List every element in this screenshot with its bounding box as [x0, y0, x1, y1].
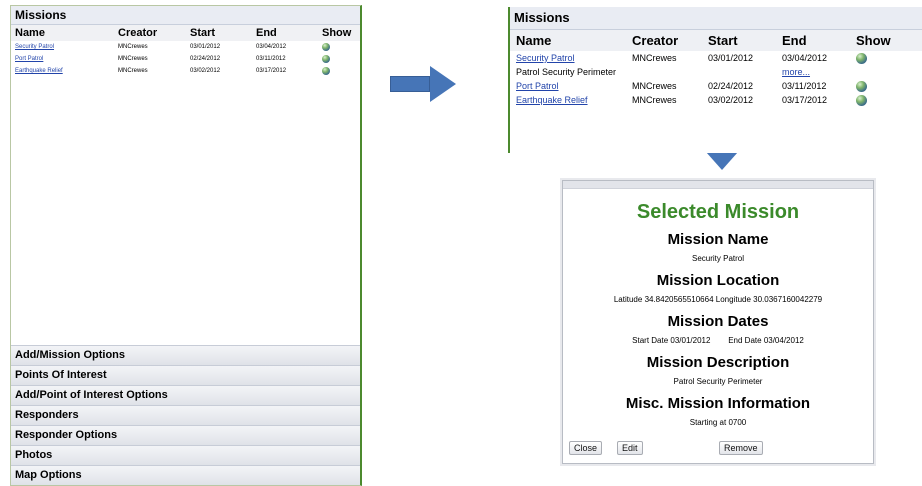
table-row: Security Patrol MNCrewes 03/01/2012 03/0… — [11, 41, 360, 53]
globe-icon[interactable] — [856, 52, 867, 64]
table-header-row: Name Creator Start End Show — [510, 30, 922, 51]
start-cell: 03/02/2012 — [190, 68, 221, 74]
column-header-end[interactable]: End — [776, 30, 850, 51]
table-header-row: Name Creator Start End Show — [11, 25, 360, 41]
creator-cell: MNCrewes — [632, 53, 677, 63]
longitude-label: Longitude — [715, 295, 751, 304]
table-row: Security Patrol MNCrewes 03/01/2012 03/0… — [510, 51, 922, 65]
end-cell: 03/04/2012 — [782, 53, 828, 63]
start-cell: 02/24/2012 — [190, 56, 221, 62]
latitude-label: Latitude — [613, 295, 643, 304]
creator-cell: MNCrewes — [632, 95, 677, 105]
globe-icon[interactable] — [856, 80, 867, 92]
mission-link[interactable]: Earthquake Relief — [516, 95, 588, 105]
mission-description-heading: Mission Description — [646, 354, 790, 371]
mission-description-value: Patrol Security Perimeter — [673, 377, 763, 386]
column-header-name[interactable]: Name — [11, 25, 114, 41]
mission-location-heading: Mission Location — [656, 272, 780, 289]
end-cell: 03/11/2012 — [782, 81, 827, 91]
mission-link[interactable]: Port Patrol — [15, 56, 43, 62]
mission-link[interactable]: Port Patrol — [516, 81, 559, 91]
creator-cell: MNCrewes — [118, 68, 148, 74]
creator-cell: MNCrewes — [118, 44, 148, 50]
table-row: Earthquake Relief MNCrewes 03/02/2012 03… — [11, 65, 360, 77]
accordion-responder-options[interactable]: Responder Options — [11, 425, 360, 445]
mission-link[interactable]: Security Patrol — [15, 44, 54, 50]
misc-info-heading: Misc. Mission Information — [625, 395, 811, 412]
mission-dates-value: Start Date 03/01/2012 End Date 03/04/201… — [563, 335, 873, 347]
edit-button[interactable]: Edit — [617, 441, 643, 455]
end-cell: 03/17/2012 — [782, 95, 828, 105]
end-cell: 03/11/2012 — [256, 56, 286, 62]
end-date-label: End Date — [728, 336, 762, 345]
latitude-value: 34.8420565510664 — [644, 295, 714, 304]
column-header-show[interactable]: Show — [318, 25, 360, 41]
globe-icon[interactable] — [856, 94, 867, 106]
globe-icon[interactable] — [322, 55, 330, 63]
end-cell: 03/04/2012 — [256, 44, 287, 50]
mission-name-heading: Mission Name — [667, 231, 769, 248]
start-date-label: Start Date — [632, 336, 669, 345]
table-row: Port Patrol MNCrewes 02/24/2012 03/11/20… — [510, 79, 922, 93]
mission-link[interactable]: Earthquake Relief — [15, 68, 63, 74]
panel-title: Missions — [510, 7, 922, 30]
creator-cell: MNCrewes — [632, 81, 677, 91]
column-header-name[interactable]: Name — [510, 30, 626, 51]
column-header-creator[interactable]: Creator — [114, 25, 186, 41]
start-date-value: 03/01/2012 — [670, 336, 711, 345]
dialog-titlebar[interactable] — [563, 181, 873, 189]
panel-title: Missions — [11, 6, 360, 25]
column-header-start[interactable]: Start — [702, 30, 776, 51]
table-row: Port Patrol MNCrewes 02/24/2012 03/11/20… — [11, 53, 360, 65]
end-date-value: 03/04/2012 — [763, 336, 804, 345]
mission-description-preview: Patrol Security Perimeter — [516, 67, 617, 77]
dialog-title: Selected Mission — [636, 201, 800, 223]
mission-detail-row: Patrol Security Perimeter more... — [510, 65, 922, 79]
misc-info-value: Starting at 0700 — [689, 418, 747, 427]
table-row: Earthquake Relief MNCrewes 03/02/2012 03… — [510, 93, 922, 107]
mission-dates-heading: Mission Dates — [667, 313, 769, 330]
mission-location-value: Latitude 34.8420565510664 Longitude 30.0… — [563, 294, 873, 306]
start-cell: 03/01/2012 — [190, 44, 221, 50]
accordion-add-mission-options[interactable]: Add/Mission Options — [11, 345, 360, 365]
close-button[interactable]: Close — [569, 441, 603, 455]
accordion-add-poi-options[interactable]: Add/Point of Interest Options — [11, 385, 360, 405]
missions-table: Name Creator Start End Show Security Pat… — [11, 25, 360, 77]
globe-icon[interactable] — [322, 43, 330, 51]
accordion-responders[interactable]: Responders — [11, 405, 360, 425]
mission-link[interactable]: Security Patrol — [516, 53, 575, 63]
start-cell: 03/02/2012 — [708, 95, 754, 105]
accordion-points-of-interest[interactable]: Points Of Interest — [11, 365, 360, 385]
missions-panel-right: Missions Name Creator Start End Show Sec… — [508, 7, 922, 153]
end-cell: 03/17/2012 — [256, 68, 287, 74]
start-cell: 03/01/2012 — [708, 53, 754, 63]
column-header-creator[interactable]: Creator — [626, 30, 702, 51]
missions-table: Name Creator Start End Show Security Pat… — [510, 30, 922, 107]
accordion-map-options[interactable]: Map Options — [11, 465, 360, 485]
remove-button[interactable]: Remove — [719, 441, 763, 455]
column-header-show[interactable]: Show — [850, 30, 922, 51]
column-header-start[interactable]: Start — [186, 25, 252, 41]
options-accordion: Add/Mission Options Points Of Interest A… — [11, 345, 360, 485]
missions-panel-left: Missions Name Creator Start End Show Sec… — [10, 5, 362, 486]
arrow-right-icon — [390, 66, 456, 102]
dialog-button-bar: Close Edit Remove — [569, 441, 867, 455]
globe-icon[interactable] — [322, 67, 330, 75]
longitude-value: 30.0367160042279 — [753, 295, 823, 304]
start-cell: 02/24/2012 — [708, 81, 754, 91]
column-header-end[interactable]: End — [252, 25, 318, 41]
mission-name-value: Security Patrol — [691, 254, 745, 263]
selected-mission-dialog: Selected Mission Mission Name Security P… — [562, 180, 874, 464]
more-link[interactable]: more... — [782, 67, 810, 77]
creator-cell: MNCrewes — [118, 56, 148, 62]
accordion-photos[interactable]: Photos — [11, 445, 360, 465]
